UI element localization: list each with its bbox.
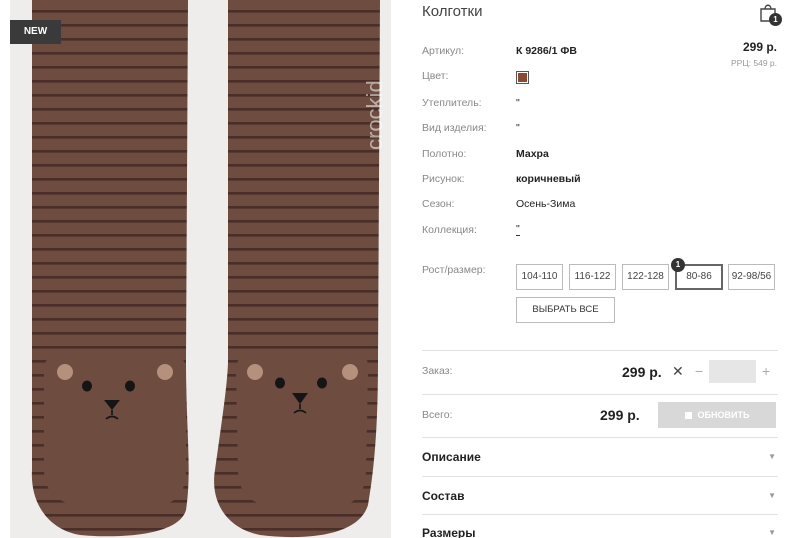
size-option-104-110[interactable]: 104-110 [516,264,563,290]
bag-icon [684,412,692,419]
size-option-122-128[interactable]: 122-128 [622,264,669,290]
attr-label: Рисунок: [422,173,465,185]
chevron-down-icon: ▼ [768,491,776,500]
increment-button[interactable]: + [762,363,770,379]
attr-label: Коллекция: [422,224,477,236]
rrp-price: РРЦ: 549 р. [731,58,777,68]
chevron-down-icon: ▼ [768,528,776,537]
update-button[interactable]: ОБНОВИТЬ [658,402,776,428]
sizes-label: Рост/размер: [422,264,486,276]
total-price: 299 р. [600,407,640,423]
cart-count-badge: 1 [769,13,782,26]
size-option-116-122[interactable]: 116-122 [569,264,616,290]
accordion-title: Состав [422,489,465,503]
attr-value: Осень-Зима [516,198,576,210]
size-count-badge: 1 [671,258,685,272]
attr-value: " [516,122,520,134]
attr-value[interactable]: " [516,224,520,236]
chevron-down-icon: ▼ [768,452,776,461]
new-badge: NEW [10,20,61,44]
attr-label: Утеплитель: [422,97,482,109]
product-image: NEW crockid [10,0,391,538]
tights-illustration [31,0,380,538]
accordion-title: Описание [422,450,481,464]
attr-value: К 9286/1 ФВ [516,45,577,57]
order-label: Заказ: [422,365,453,377]
color-swatch-fill [518,73,527,82]
size-option-92-98[interactable]: 92-98/56 [728,264,775,290]
quantity-input[interactable] [709,360,756,383]
total-label: Всего: [422,409,453,421]
attr-label: Сезон: [422,198,455,210]
attr-value: " [516,97,520,109]
update-button-label: ОБНОВИТЬ [697,410,750,420]
page-title: Колготки [422,3,483,20]
attr-value: Махра [516,148,549,160]
attr-label: Полотно: [422,148,467,160]
divider [422,476,778,477]
attr-label: Артикул: [422,45,465,57]
attr-label: Цвет: [422,70,449,82]
accordion-description[interactable]: Описание ▼ [422,442,778,472]
order-price: 299 р. [622,364,662,380]
size-option-label: 80-86 [686,271,712,282]
cart-button[interactable]: 1 [758,2,782,26]
product-price: 299 р. [742,40,777,54]
product-info: Колготки 1 Артикул: К 9286/1 ФВ 299 р. Р… [422,0,782,538]
decrement-button[interactable]: − [695,363,703,379]
accordion-composition[interactable]: Состав ▼ [422,481,778,511]
divider [422,394,778,395]
svg-text:crockid: crockid [362,80,387,150]
select-all-button[interactable]: ВЫБРАТЬ ВСЕ [516,297,615,323]
attr-label: Вид изделия: [422,122,487,134]
attr-value: коричневый [516,173,581,185]
size-option-80-86[interactable]: 80-86 1 [671,258,723,290]
accordion-title: Размеры [422,526,476,538]
divider [422,350,778,351]
accordion-sizes[interactable]: Размеры ▼ [422,518,778,538]
color-swatch[interactable] [516,71,529,84]
remove-icon[interactable]: ✕ [672,363,684,380]
divider [422,514,778,515]
crockid-watermark: crockid [362,80,387,150]
divider [422,437,778,438]
